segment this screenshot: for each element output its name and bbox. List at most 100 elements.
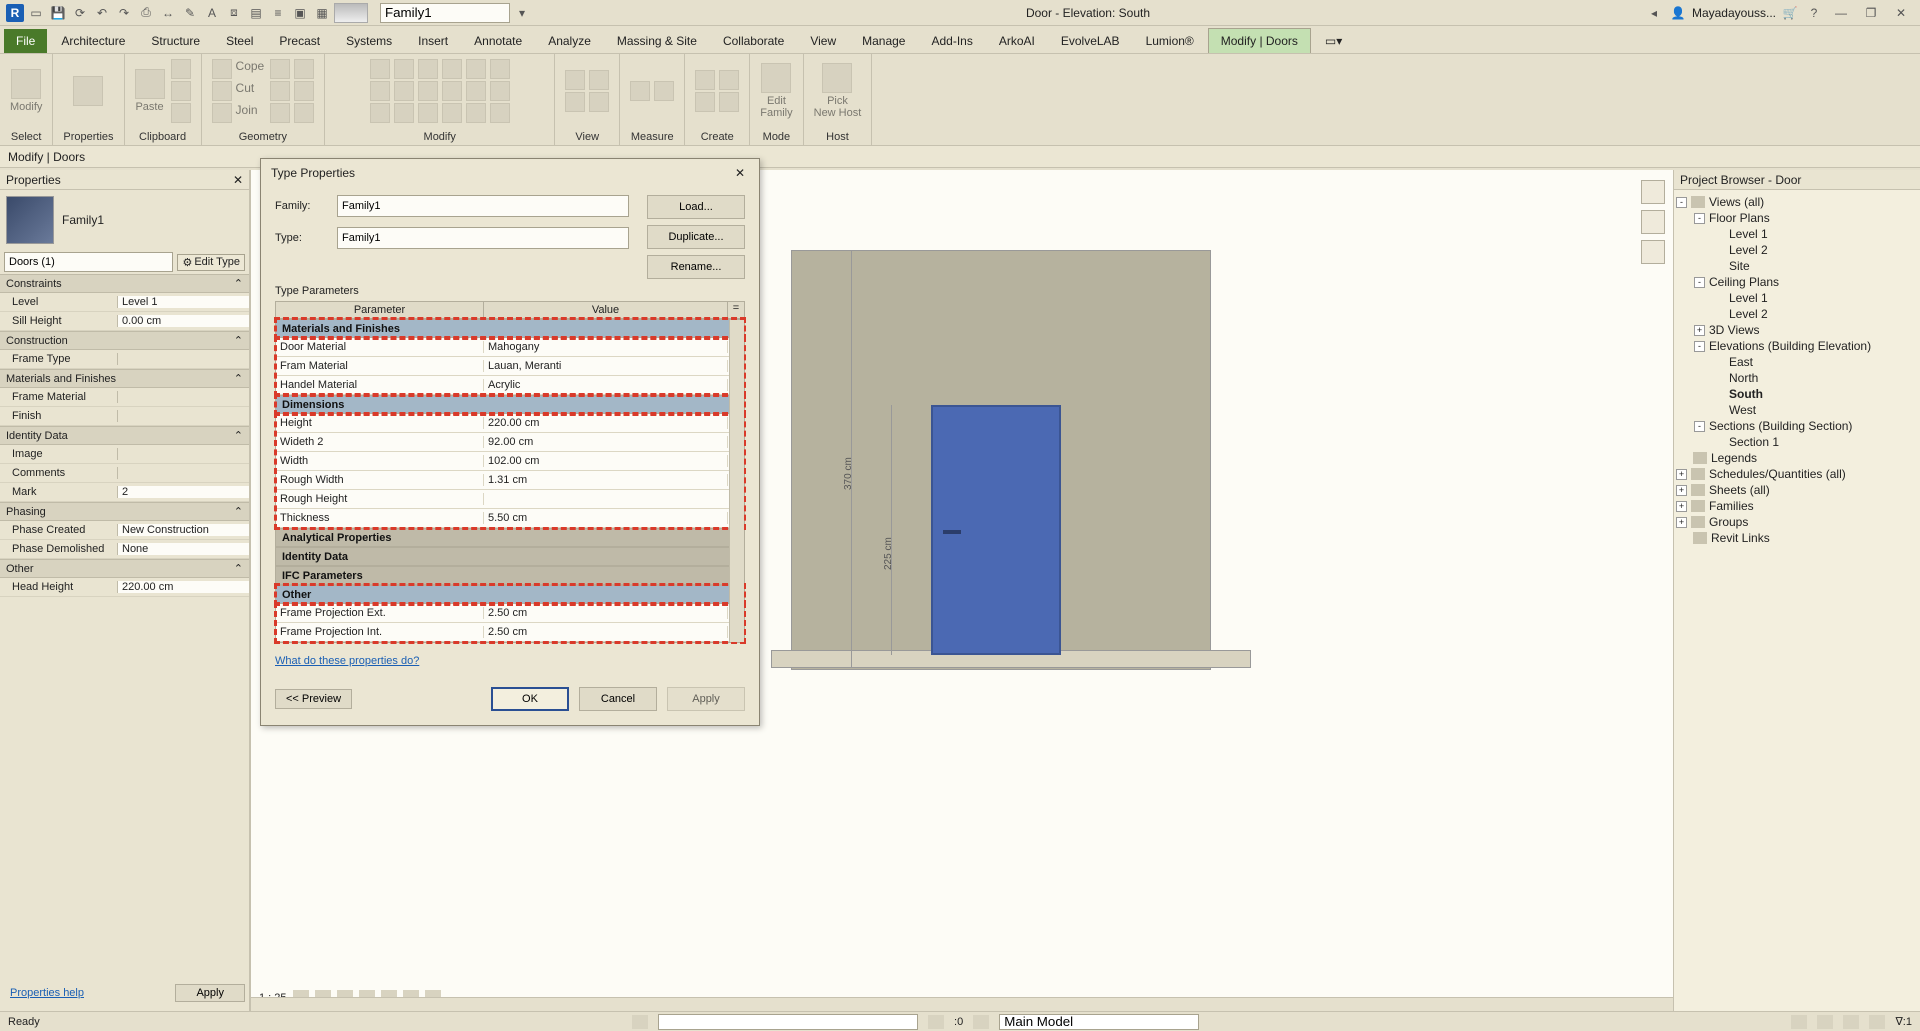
prop-group-materials-and-finishes[interactable]: Materials and Finishes⌃ bbox=[0, 369, 249, 388]
tree-node[interactable]: +Sheets (all) bbox=[1676, 482, 1918, 498]
qat-filter-icon[interactable]: ▾ bbox=[512, 3, 532, 23]
qat-aligned-dim-icon[interactable]: ✎ bbox=[180, 3, 200, 23]
status-ico3[interactable] bbox=[1843, 1015, 1859, 1029]
properties-help-link[interactable]: Properties help bbox=[4, 981, 90, 1005]
tab-lumion-[interactable]: Lumion® bbox=[1134, 29, 1206, 53]
prop-row[interactable]: Sill Height0.00 cm bbox=[0, 312, 249, 331]
dialog-vscroll[interactable] bbox=[729, 320, 744, 642]
qat-close-hidden-icon[interactable]: ▣ bbox=[290, 3, 310, 23]
tree-node[interactable]: Legends bbox=[1676, 450, 1918, 466]
tp-row[interactable]: Rough Height bbox=[276, 490, 744, 509]
nav-wheel-icon[interactable] bbox=[1641, 210, 1665, 234]
type-combo[interactable] bbox=[337, 227, 629, 249]
qat-undo-icon[interactable]: ↶ bbox=[92, 3, 112, 23]
tab-structure[interactable]: Structure bbox=[139, 29, 212, 53]
tp-group-materials-and-finishes[interactable]: Materials and Finishes⌃ bbox=[276, 319, 744, 338]
tree-node[interactable]: Site bbox=[1676, 258, 1918, 274]
cut-clip-icon[interactable] bbox=[171, 59, 191, 79]
tree-node[interactable]: +3D Views bbox=[1676, 322, 1918, 338]
nav-pan-icon[interactable] bbox=[1641, 240, 1665, 264]
qat-save-icon[interactable]: 💾 bbox=[48, 3, 68, 23]
tab-insert[interactable]: Insert bbox=[406, 29, 460, 53]
status-filter-icon[interactable] bbox=[928, 1015, 944, 1029]
col-parameter-header[interactable]: Parameter bbox=[276, 302, 484, 318]
copy-clip-icon[interactable] bbox=[171, 81, 191, 101]
prop-row[interactable]: Frame Type bbox=[0, 350, 249, 369]
prop-row[interactable]: Image bbox=[0, 445, 249, 464]
tp-row[interactable]: Rough Width1.31 cm bbox=[276, 471, 744, 490]
properties-button[interactable] bbox=[73, 76, 103, 106]
close-button[interactable]: ✕ bbox=[1888, 3, 1914, 23]
tree-node[interactable]: West bbox=[1676, 402, 1918, 418]
tab-add-ins[interactable]: Add-Ins bbox=[919, 29, 984, 53]
cut-geom-icon[interactable] bbox=[212, 81, 232, 101]
tree-node[interactable]: -Views (all) bbox=[1676, 194, 1918, 210]
cancel-button[interactable]: Cancel bbox=[579, 687, 657, 711]
status-ico2[interactable] bbox=[1817, 1015, 1833, 1029]
qat-sync-icon[interactable]: ⟳ bbox=[70, 3, 90, 23]
pick-host-button[interactable]: Pick New Host bbox=[814, 63, 862, 119]
tab-modify-doors[interactable]: Modify | Doors bbox=[1208, 28, 1311, 53]
prop-row[interactable]: Phase CreatedNew Construction bbox=[0, 521, 249, 540]
expander-icon[interactable]: - bbox=[1676, 197, 1687, 208]
qat-door-preview-icon[interactable] bbox=[334, 3, 368, 23]
tree-node[interactable]: Level 2 bbox=[1676, 306, 1918, 322]
apply-button[interactable]: Apply bbox=[667, 687, 745, 711]
tp-row[interactable]: Width102.00 cm bbox=[276, 452, 744, 471]
minimize-button[interactable]: — bbox=[1828, 3, 1854, 23]
prop-row[interactable]: LevelLevel 1 bbox=[0, 293, 249, 312]
properties-info-link[interactable]: What do these properties do? bbox=[275, 655, 419, 667]
tp-row[interactable]: Door MaterialMahogany bbox=[276, 338, 744, 357]
prop-group-construction[interactable]: Construction⌃ bbox=[0, 331, 249, 350]
tree-node[interactable]: Revit Links bbox=[1676, 530, 1918, 546]
prop-group-phasing[interactable]: Phasing⌃ bbox=[0, 502, 249, 521]
restore-button[interactable]: ❐ bbox=[1858, 3, 1884, 23]
tab-precast[interactable]: Precast bbox=[267, 29, 332, 53]
tp-group-identity-data[interactable]: Identity Data⌃ bbox=[276, 547, 744, 566]
tab-analyze[interactable]: Analyze bbox=[536, 29, 603, 53]
status-ico4[interactable] bbox=[1869, 1015, 1885, 1029]
expander-icon[interactable]: - bbox=[1694, 341, 1705, 352]
family-combo[interactable] bbox=[337, 195, 629, 217]
tree-node[interactable]: Section 1 bbox=[1676, 434, 1918, 450]
properties-apply-button[interactable]: Apply bbox=[175, 984, 245, 1002]
tree-node[interactable]: -Elevations (Building Elevation) bbox=[1676, 338, 1918, 354]
prop-row[interactable]: Head Height220.00 cm bbox=[0, 578, 249, 597]
expander-icon[interactable]: + bbox=[1676, 517, 1687, 528]
ribbon-switch-icon[interactable]: ▭▾ bbox=[1313, 29, 1354, 53]
tp-row[interactable]: Fram MaterialLauan, Meranti bbox=[276, 357, 744, 376]
tree-node[interactable]: Level 2 bbox=[1676, 242, 1918, 258]
expander-icon[interactable]: - bbox=[1694, 421, 1705, 432]
preview-button[interactable]: << Preview bbox=[275, 689, 352, 709]
tab-steel[interactable]: Steel bbox=[214, 29, 265, 53]
col-value-header[interactable]: Value bbox=[484, 302, 728, 318]
status-model-input[interactable] bbox=[999, 1014, 1199, 1030]
tab-massing-site[interactable]: Massing & Site bbox=[605, 29, 709, 53]
qat-open-icon[interactable]: ▭ bbox=[26, 3, 46, 23]
prop-row[interactable]: Mark2 bbox=[0, 483, 249, 502]
tab-file[interactable]: File bbox=[4, 29, 47, 53]
edit-type-button[interactable]: ⚙Edit Type bbox=[177, 254, 245, 271]
cope-icon[interactable] bbox=[212, 59, 232, 79]
signin-icon[interactable]: 👤 bbox=[1668, 3, 1688, 23]
qat-family-input[interactable] bbox=[380, 3, 510, 23]
qat-3d-icon[interactable]: ⧈ bbox=[224, 3, 244, 23]
tree-node[interactable]: -Sections (Building Section) bbox=[1676, 418, 1918, 434]
ok-button[interactable]: OK bbox=[491, 687, 569, 711]
dim-door-height[interactable] bbox=[891, 405, 892, 655]
tab-collaborate[interactable]: Collaborate bbox=[711, 29, 796, 53]
join-geom-icon[interactable] bbox=[212, 103, 232, 123]
qat-switch-win-icon[interactable]: ▦ bbox=[312, 3, 332, 23]
tree-node[interactable]: Level 1 bbox=[1676, 290, 1918, 306]
type-thumbnail-icon[interactable] bbox=[6, 196, 54, 244]
qat-section-icon[interactable]: ▤ bbox=[246, 3, 266, 23]
edit-family-button[interactable]: Edit Family bbox=[760, 63, 792, 119]
tp-row[interactable]: Height220.00 cm bbox=[276, 414, 744, 433]
family-name[interactable]: Family1 bbox=[62, 213, 104, 227]
tp-group-ifc-parameters[interactable]: IFC Parameters⌃ bbox=[276, 566, 744, 585]
qat-measure-icon[interactable]: ↔ bbox=[158, 3, 178, 23]
tree-node[interactable]: +Families bbox=[1676, 498, 1918, 514]
prop-row[interactable]: Phase DemolishedNone bbox=[0, 540, 249, 559]
infocenter-back-icon[interactable]: ◂ bbox=[1644, 3, 1664, 23]
prop-row[interactable]: Finish bbox=[0, 407, 249, 426]
